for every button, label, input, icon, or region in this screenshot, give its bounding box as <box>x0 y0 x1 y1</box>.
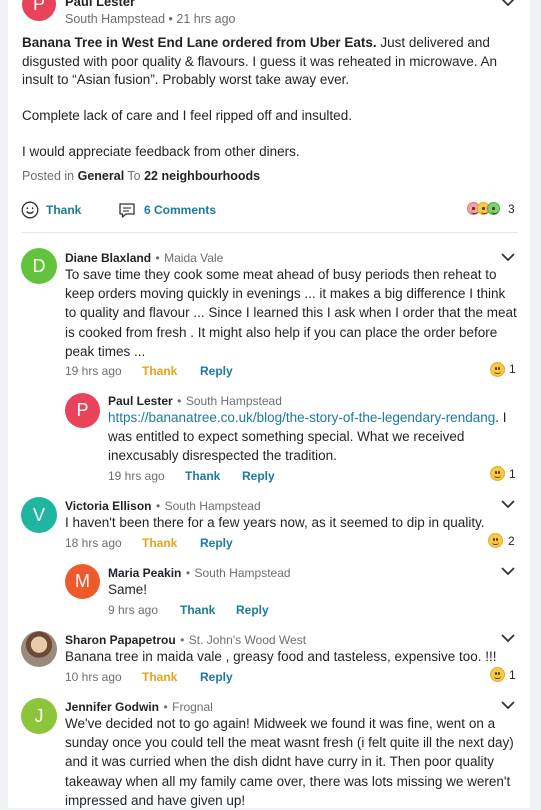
post-reaction-count: 3 <box>508 202 515 216</box>
comment-reply-button[interactable]: Reply <box>200 670 233 684</box>
commenter-location: Maida Vale <box>164 251 224 265</box>
commenter-location: South Hampstead <box>194 566 291 580</box>
post-thank-label: Thank <box>46 203 82 217</box>
comment-thank-button[interactable]: Thank <box>142 364 177 378</box>
comment-reaction-count[interactable]: 1 <box>509 362 516 376</box>
commenter-avatar-photo[interactable] <box>21 631 57 667</box>
commenter-location: Frognal <box>172 700 213 714</box>
commenter-avatar[interactable]: J <box>21 698 57 734</box>
comment-reaction-count[interactable]: 1 <box>509 668 516 682</box>
commenter-name[interactable]: Paul Lester <box>108 394 173 408</box>
chevron-down-icon[interactable] <box>500 699 516 711</box>
reaction-emoji-icon <box>487 202 500 215</box>
comment-reply-button[interactable]: Reply <box>200 364 233 378</box>
commenter-name[interactable]: Sharon Papapetrou <box>65 633 176 647</box>
comment-time: 19 hrs ago <box>65 364 122 378</box>
comment-text: I haven't been there for a few years now… <box>65 515 485 530</box>
post-posted-in: Posted in General To 22 neighbourhoods <box>22 169 261 183</box>
reaction-emoji-icon <box>490 466 505 481</box>
chevron-down-icon[interactable] <box>500 632 516 644</box>
comment-thank-button[interactable]: Thank <box>142 536 177 550</box>
chevron-down-icon[interactable] <box>500 0 516 8</box>
post-card: P Paul Lester South Hampstead • 21 hrs a… <box>8 0 530 808</box>
reaction-emoji-icon <box>488 533 503 548</box>
comment-reply-button[interactable]: Reply <box>200 536 233 550</box>
commenter-name[interactable]: Victoria Ellison <box>65 499 151 513</box>
comment-thank-button[interactable]: Thank <box>185 469 220 483</box>
comment-text: To save time they cook some meat ahead o… <box>65 267 517 359</box>
comment-reaction-count[interactable]: 2 <box>508 534 515 548</box>
smiley-icon <box>21 201 39 219</box>
commenter-name[interactable]: Maria Peakin <box>108 566 181 580</box>
comment-reaction-count[interactable]: 1 <box>509 467 516 481</box>
post-audience-link[interactable]: 22 neighbourhoods <box>144 169 260 183</box>
comment-icon <box>119 203 135 218</box>
comment-time: 9 hrs ago <box>108 603 159 617</box>
reaction-emoji-icon <box>490 667 505 682</box>
commenter-name[interactable]: Jennifer Godwin <box>65 700 159 714</box>
post-author-location: South Hampstead • 21 hrs ago <box>65 12 236 26</box>
post-author-avatar[interactable]: P <box>22 0 56 21</box>
post-thank-button[interactable]: Thank <box>21 201 81 219</box>
commenter-location: South Hampstead <box>185 394 282 408</box>
post-comments-button[interactable]: 6 Comments <box>118 201 216 219</box>
post-reactions[interactable]: 3 <box>467 202 519 218</box>
post-comments-label: 6 Comments <box>144 203 217 217</box>
comment-reply-button[interactable]: Reply <box>242 469 275 483</box>
post-author-name[interactable]: Paul Lester <box>65 0 135 9</box>
comment-text: Banana tree in maida vale , greasy food … <box>65 649 497 664</box>
comment-link[interactable]: https://bananatree.co.uk/blog/the-story-… <box>108 410 495 425</box>
comment-time: 10 hrs ago <box>65 670 122 684</box>
comment-thank-button[interactable]: Thank <box>180 603 215 617</box>
commenter-location: St. John's Wood West <box>188 633 307 647</box>
comment-time: 19 hrs ago <box>108 469 165 483</box>
commenter-avatar[interactable]: D <box>21 248 57 284</box>
comment-text: We've decided not to go again! Midweek w… <box>65 716 514 808</box>
comment-time: 18 hrs ago <box>65 536 122 550</box>
reaction-emoji-icon <box>490 362 505 377</box>
post-body: Banana Tree in West End Lane ordered fro… <box>22 34 518 90</box>
post-body-text-3: I would appreciate feedback from other d… <box>22 144 300 159</box>
post-body-text-2: Complete lack of care and I feel ripped … <box>22 108 352 123</box>
commenter-avatar[interactable]: M <box>65 564 100 599</box>
post-title: Banana Tree in West End Lane ordered fro… <box>22 35 377 50</box>
commenter-name[interactable]: Diane Blaxland <box>65 251 151 265</box>
chevron-down-icon[interactable] <box>500 251 516 263</box>
comment-text: https://bananatree.co.uk/blog/the-story-… <box>108 410 507 464</box>
commenter-avatar[interactable]: P <box>65 393 100 428</box>
comment-text: Same! <box>108 582 148 597</box>
divider <box>22 232 518 233</box>
comment-thank-button[interactable]: Thank <box>142 670 177 684</box>
post-category-link[interactable]: General <box>78 169 125 183</box>
chevron-down-icon[interactable] <box>500 565 516 577</box>
comment-reply-button[interactable]: Reply <box>236 603 269 617</box>
chevron-down-icon[interactable] <box>500 498 516 510</box>
commenter-avatar[interactable]: V <box>21 497 57 533</box>
commenter-location: South Hampstead <box>164 499 261 513</box>
